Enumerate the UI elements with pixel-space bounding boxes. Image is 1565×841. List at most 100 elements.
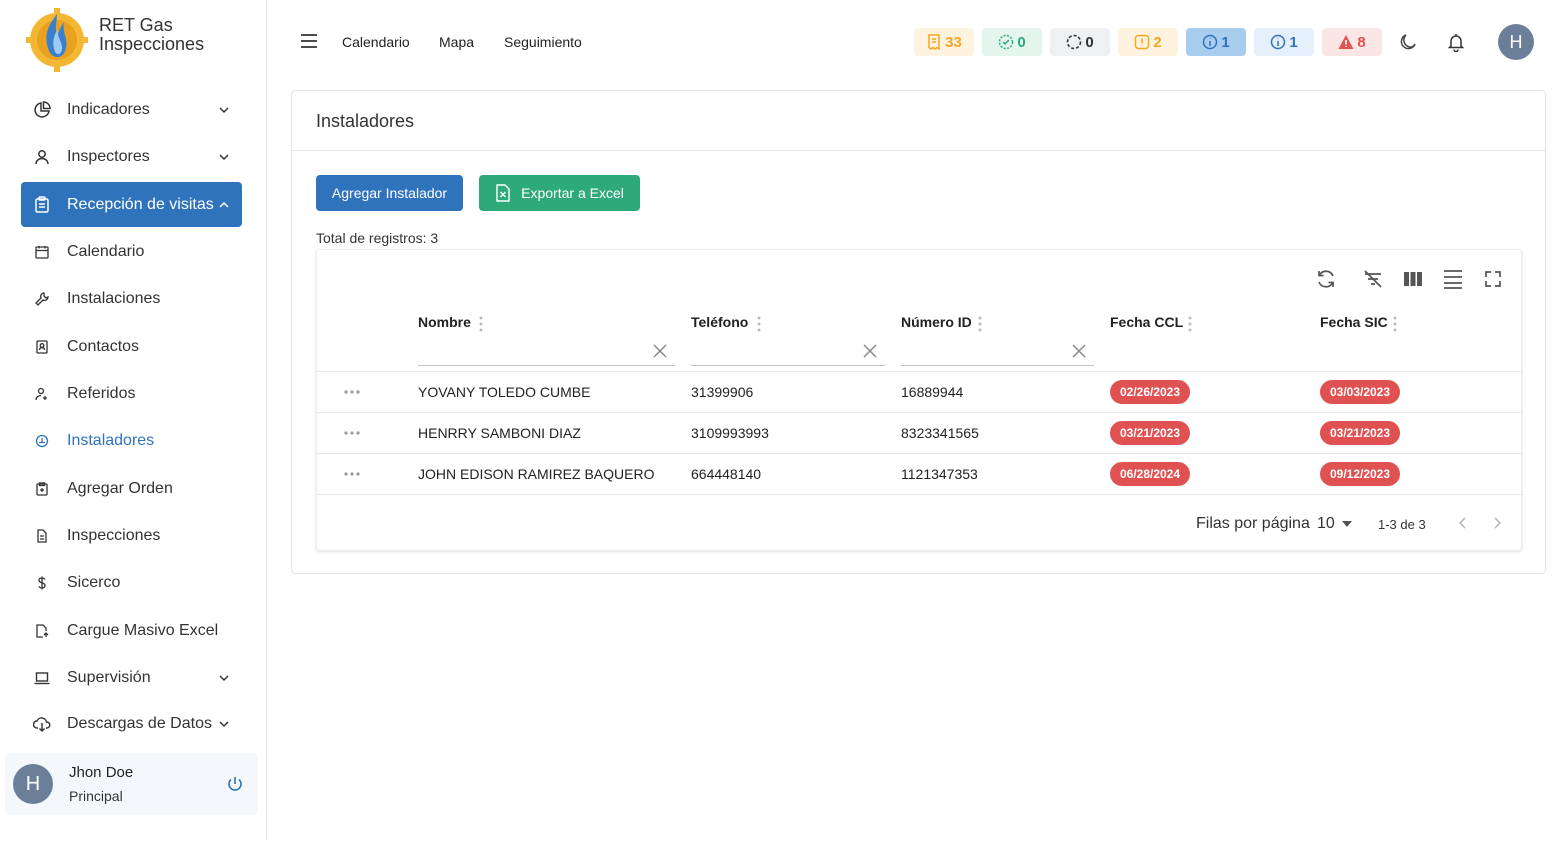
- installer-icon: [33, 432, 51, 450]
- refresh-icon[interactable]: [1315, 268, 1337, 290]
- filter-input-telefono[interactable]: [691, 338, 885, 366]
- document-icon: [33, 527, 51, 545]
- contacts-icon: [33, 338, 51, 356]
- status-badge-info-active[interactable]: 1: [1186, 28, 1246, 56]
- date-badge-sic: 03/03/2023: [1320, 380, 1400, 404]
- filter-input-nombre[interactable]: [418, 338, 675, 366]
- column-header-fecha-sic[interactable]: Fecha SIC: [1320, 314, 1388, 330]
- row-actions-icon[interactable]: [343, 384, 361, 400]
- column-header-fecha-ccl[interactable]: Fecha CCL: [1110, 314, 1183, 330]
- top-link-seguimiento[interactable]: Seguimiento: [504, 34, 582, 50]
- status-badge-pending[interactable]: 33: [914, 28, 974, 56]
- add-order-icon: [33, 480, 51, 498]
- receipt-icon: [928, 34, 940, 50]
- sidebar-item-calendario[interactable]: Calendario: [21, 229, 242, 274]
- status-badge-alert[interactable]: 8: [1322, 28, 1382, 56]
- sidebar-item-inspecciones[interactable]: Inspecciones: [21, 513, 242, 558]
- table-row[interactable]: JOHN EDISON RAMIREZ BAQUERO 664448140 11…: [317, 453, 1523, 494]
- sidebar-item-recepcion-de-visitas[interactable]: Recepción de visitas: [21, 182, 242, 227]
- sidebar-item-inspectores[interactable]: Inspectores: [21, 134, 242, 179]
- clear-filter-x-icon[interactable]: [653, 344, 667, 358]
- sidebar-item-contactos[interactable]: Contactos: [21, 324, 242, 369]
- row-actions-icon[interactable]: [343, 466, 361, 482]
- status-badge-info[interactable]: 1: [1254, 28, 1314, 56]
- badge-count: 2: [1153, 33, 1162, 51]
- next-page-icon[interactable]: [1490, 515, 1504, 531]
- top-link-mapa[interactable]: Mapa: [439, 34, 474, 50]
- column-header-numero-id[interactable]: Número ID: [901, 314, 972, 330]
- dark-mode-moon-icon[interactable]: [1398, 32, 1418, 52]
- power-icon[interactable]: [226, 775, 244, 793]
- user-referral-icon: [33, 385, 51, 403]
- column-header-nombre[interactable]: Nombre: [418, 314, 471, 330]
- hamburger-menu-icon[interactable]: [300, 33, 318, 49]
- sidebar-item-cargue-masivo-excel[interactable]: Cargue Masivo Excel: [21, 608, 242, 653]
- sidebar-item-supervision[interactable]: Supervisión: [21, 655, 242, 700]
- avatar[interactable]: H: [13, 764, 53, 804]
- columns-icon[interactable]: [1402, 268, 1424, 290]
- column-menu-icon[interactable]: [479, 316, 483, 332]
- check-circle-icon: [999, 34, 1014, 50]
- sidebar-item-agregar-orden[interactable]: Agregar Orden: [21, 466, 242, 511]
- row-actions-icon[interactable]: [343, 425, 361, 441]
- badge-count: 33: [945, 33, 962, 51]
- filter-input-numero-id[interactable]: [901, 338, 1094, 366]
- sidebar-item-referidos[interactable]: Referidos: [21, 371, 242, 416]
- fullscreen-icon[interactable]: [1482, 268, 1504, 290]
- cell-telefono: 3109993993: [691, 425, 769, 441]
- sidebar-item-instalaciones[interactable]: Instalaciones: [21, 276, 242, 321]
- table-row[interactable]: YOVANY TOLEDO CUMBE 31399906 16889944 02…: [317, 371, 1523, 412]
- sidebar-item-label: Inspecciones: [67, 526, 161, 544]
- cell-telefono: 664448140: [691, 466, 762, 482]
- warning-square-icon: [1135, 34, 1150, 50]
- date-badge-ccl: 06/28/2024: [1110, 462, 1190, 486]
- user-role: Principal: [69, 788, 123, 804]
- flame-logo-icon: [20, 8, 94, 72]
- alert-triangle-icon: [1338, 35, 1354, 49]
- sidebar-item-indicadores[interactable]: Indicadores: [21, 87, 242, 132]
- top-link-calendario[interactable]: Calendario: [342, 34, 410, 50]
- rows-per-page-select[interactable]: 10: [1317, 515, 1335, 533]
- brand[interactable]: [20, 8, 94, 72]
- badge-count: 8: [1357, 33, 1366, 51]
- cell-nombre: JOHN EDISON RAMIREZ BAQUERO: [418, 466, 655, 482]
- status-badge-in-progress[interactable]: 0: [1050, 28, 1110, 56]
- column-menu-icon[interactable]: [757, 316, 761, 332]
- previous-page-icon[interactable]: [1456, 515, 1470, 531]
- sidebar-item-instaladores[interactable]: Instaladores: [21, 418, 242, 463]
- sidebar-item-label: Supervisión: [67, 668, 151, 686]
- add-installer-button[interactable]: Agregar Instalador: [316, 175, 463, 211]
- page-title: Instaladores: [316, 111, 415, 131]
- cell-nombre: YOVANY TOLEDO CUMBE: [418, 384, 591, 400]
- badge-count: 0: [1085, 33, 1094, 51]
- notification-bell-icon[interactable]: [1446, 32, 1466, 52]
- column-menu-icon[interactable]: [978, 316, 982, 332]
- sidebar-item-descargas-de-datos[interactable]: Descargas de Datos: [21, 701, 242, 746]
- status-badge-warning[interactable]: 2: [1118, 28, 1178, 56]
- wrench-icon: [33, 290, 51, 308]
- table-row[interactable]: HENRRY SAMBONI DIAZ 3109993993 832334156…: [317, 412, 1523, 453]
- date-badge-sic: 09/12/2023: [1320, 462, 1400, 486]
- cloud-download-icon: [33, 715, 51, 733]
- badge-count: 1: [1289, 33, 1298, 51]
- sidebar-item-label: Contactos: [67, 337, 140, 355]
- density-icon[interactable]: [1442, 268, 1464, 290]
- clear-filter-icon[interactable]: [1362, 268, 1384, 290]
- clear-filter-x-icon[interactable]: [1072, 344, 1086, 358]
- avatar[interactable]: H: [1498, 24, 1534, 60]
- clear-filter-x-icon[interactable]: [863, 344, 877, 358]
- export-excel-button[interactable]: Exportar a Excel: [479, 175, 640, 211]
- chevron-up-icon: [219, 201, 229, 208]
- caret-down-icon[interactable]: [1342, 521, 1352, 527]
- sidebar-item-sicerco[interactable]: Sicerco: [21, 560, 242, 605]
- rows-per-page-label: Filas por página: [1196, 515, 1310, 532]
- sidebar-item-label: Recepción de visitas: [67, 195, 214, 213]
- column-menu-icon[interactable]: [1393, 316, 1397, 332]
- status-badge-completed[interactable]: 0: [982, 28, 1042, 56]
- info-icon: [1271, 34, 1286, 50]
- sidebar: RET Gas Inspecciones Indicadores Inspect…: [0, 0, 267, 841]
- sidebar-item-label: Referidos: [67, 384, 136, 402]
- column-menu-icon[interactable]: [1188, 316, 1192, 332]
- column-header-telefono[interactable]: Teléfono: [691, 314, 748, 330]
- date-badge-sic: 03/21/2023: [1320, 421, 1400, 445]
